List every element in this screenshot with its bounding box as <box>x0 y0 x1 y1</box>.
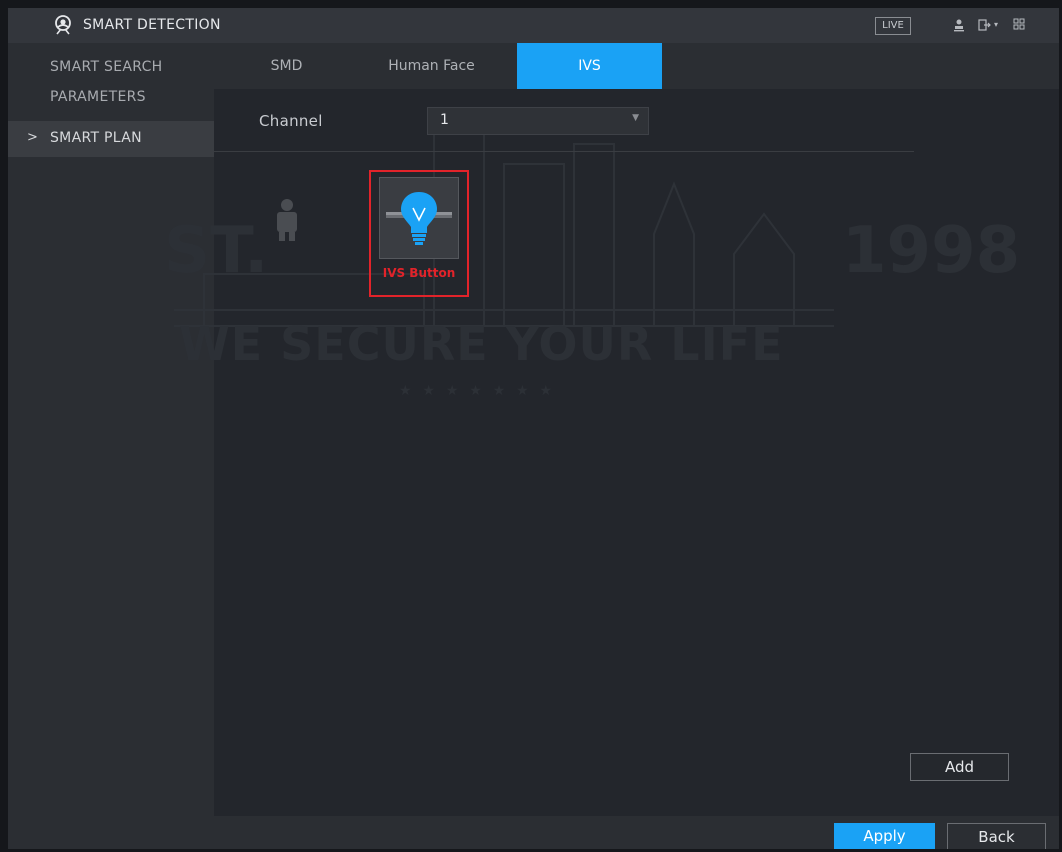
ivs-icon-tile <box>379 177 459 259</box>
tab-bar: SMD Human Face IVS <box>214 43 1059 89</box>
sidebar-item-smart-search[interactable]: SMART SEARCH <box>50 59 163 75</box>
watermark-building-graphic <box>174 125 834 327</box>
tab-ivs[interactable]: IVS <box>517 43 662 89</box>
divider <box>214 151 914 152</box>
sidebar-item-label: SMART PLAN <box>50 130 142 146</box>
lightbulb-icon <box>386 192 452 245</box>
smart-detection-icon <box>55 15 71 35</box>
title-bar: SMART DETECTION LIVE ▾ <box>8 8 1059 43</box>
logout-icon[interactable] <box>978 18 992 34</box>
page-title: SMART DETECTION <box>83 17 221 33</box>
watermark-right-text: 1998 <box>842 214 1021 288</box>
ivs-plan-label: IVS Button <box>382 266 456 280</box>
main-content: ST. 1998 WE SECURE YOUR LIFE ★ ★ ★ ★ ★ ★… <box>164 89 1059 816</box>
app-window: SMART DETECTION LIVE ▾ SMART SEARCH PARA… <box>8 8 1059 849</box>
sidebar-item-parameters[interactable]: PARAMETERS <box>50 89 146 105</box>
apply-button[interactable]: Apply <box>834 823 935 849</box>
channel-select[interactable]: 1 ▼ <box>427 107 649 135</box>
chevron-right-icon: > <box>27 130 39 145</box>
grid-menu-icon[interactable] <box>1013 18 1025 34</box>
dropdown-caret-icon[interactable]: ▾ <box>994 20 998 36</box>
add-button[interactable]: Add <box>910 753 1009 781</box>
live-button[interactable]: LIVE <box>875 17 911 35</box>
channel-label: Channel <box>259 112 323 130</box>
user-icon[interactable] <box>953 18 965 34</box>
channel-value: 1 <box>440 112 449 128</box>
ivs-plan-card[interactable]: IVS Button <box>369 170 469 297</box>
tab-smd[interactable]: SMD <box>214 43 359 89</box>
person-icon[interactable] <box>269 197 305 241</box>
tab-human-face[interactable]: Human Face <box>359 43 504 89</box>
chevron-down-icon: ▼ <box>632 113 639 123</box>
back-button[interactable]: Back <box>947 823 1046 849</box>
